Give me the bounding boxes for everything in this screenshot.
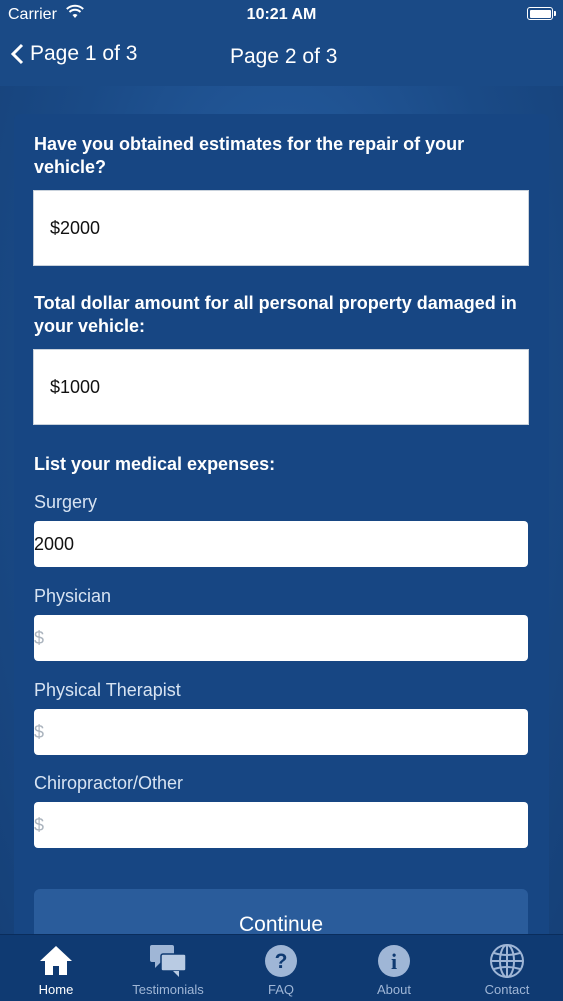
tab-home-label: Home [38,982,74,997]
back-label: Page 1 of 3 [30,42,138,65]
chat-bubbles-icon [112,943,224,979]
property-question: Total dollar amount for all personal pro… [34,293,517,336]
therapist-placeholder: $ [34,721,45,742]
physician-placeholder: $ [34,627,45,648]
tab-testimonials-label: Testimonials [132,982,204,997]
medical-heading: List your medical expenses: [34,454,276,474]
property-damage-input[interactable]: $1000 [33,349,529,425]
chevron-left-icon [10,43,24,65]
page-title: Page 2 of 3 [230,45,338,68]
repair-estimate-input[interactable]: $2000 [33,190,529,266]
repair-estimate-value: $2000 [50,217,101,238]
nav-bar: Page 1 of 3 Page 2 of 3 [0,30,563,86]
back-button[interactable]: Page 1 of 3 [10,42,137,66]
physician-input[interactable]: $ [34,615,528,661]
tab-about[interactable]: i About [338,935,450,1001]
tab-faq-label: FAQ [267,982,294,997]
therapist-input[interactable]: $ [34,709,528,755]
property-damage-value: $1000 [50,376,101,397]
chiropractor-input[interactable]: $ [34,802,528,848]
tab-faq[interactable]: ? FAQ [225,935,337,1001]
question-icon: ? [225,943,337,979]
physician-label: Physician [34,586,112,606]
surgery-input[interactable]: 2000 [34,521,528,567]
battery-icon [527,7,556,20]
status-bar: Carrier 10:21 AM [0,0,563,30]
svg-text:i: i [391,949,397,974]
chiropractor-label: Chiropractor/Other [34,773,184,793]
clock: 10:21 AM [246,6,317,23]
tab-contact[interactable]: Contact [451,935,563,1001]
tab-home[interactable]: Home [0,935,112,1001]
tab-bar: Home Testimonials ? FAQ i About Contact [0,934,563,1001]
tab-about-label: About [377,982,411,997]
surgery-value: 2000 [34,533,75,554]
chiropractor-placeholder: $ [34,814,45,835]
svg-text:?: ? [275,950,288,973]
therapist-label: Physical Therapist [34,680,181,700]
globe-icon [451,943,563,979]
repair-question: Have you obtained estimates for the repa… [34,134,465,177]
surgery-label: Surgery [34,492,98,512]
home-icon [0,943,112,979]
tab-testimonials[interactable]: Testimonials [112,935,224,1001]
tab-contact-label: Contact [484,982,530,997]
info-icon: i [338,943,450,979]
